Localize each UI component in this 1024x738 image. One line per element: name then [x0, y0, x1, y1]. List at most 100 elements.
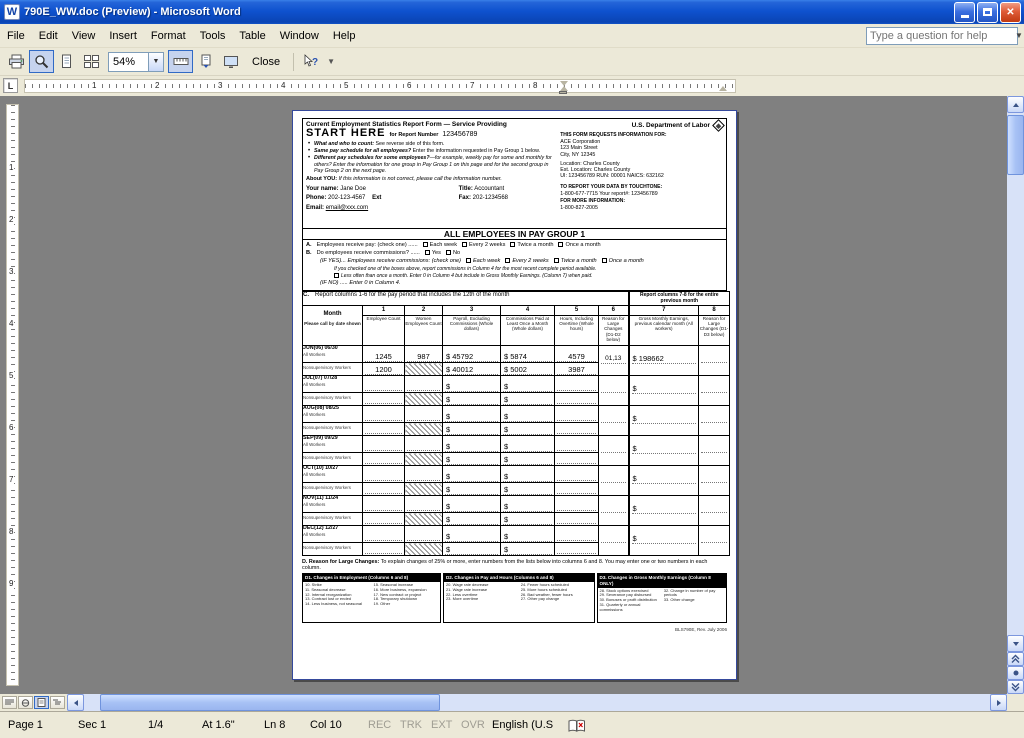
less-often-option: Less often than once a month. Enter 0 in…	[334, 273, 593, 279]
select-browse-object-button[interactable]	[1007, 666, 1024, 680]
toolbar-options-button[interactable]: ▼	[323, 57, 339, 66]
d-box-items: 28. Stock options exercised29. Severance…	[598, 588, 727, 622]
table-cell	[363, 543, 405, 556]
view-ruler-button[interactable]	[168, 50, 193, 73]
double-chevron-up-icon	[1010, 654, 1021, 664]
help-button[interactable]: ?	[298, 50, 323, 73]
status-page-of[interactable]: 1/4	[148, 719, 163, 731]
full-screen-button[interactable]	[218, 50, 243, 73]
scroll-right-button[interactable]	[990, 694, 1007, 711]
next-page-button[interactable]	[1007, 680, 1024, 694]
status-ext-toggle[interactable]: EXT	[431, 719, 452, 731]
menu-item-help[interactable]: Help	[326, 27, 363, 45]
status-col: Col 10	[310, 719, 342, 731]
zoom-dropdown-arrow[interactable]: ▼	[148, 53, 163, 71]
table-cell: $	[501, 436, 555, 453]
menu-item-view[interactable]: View	[65, 27, 103, 45]
normal-view-button[interactable]	[2, 696, 17, 709]
document-page[interactable]: Current Employment Statistics Report For…	[292, 110, 737, 680]
normal-view-icon	[5, 699, 14, 706]
report-table: C.Report columns 1-6 for the pay period …	[302, 291, 730, 556]
col-number: 8	[699, 306, 730, 316]
one-page-button[interactable]	[54, 50, 79, 73]
magnifier-icon	[34, 54, 49, 69]
horizontal-scrollbar[interactable]	[0, 694, 1024, 711]
tab-stop-selector[interactable]: L	[3, 78, 18, 93]
left-indent-marker[interactable]	[559, 91, 567, 94]
menu-item-format[interactable]: Format	[144, 27, 193, 45]
chevron-down-icon[interactable]: ▼	[1015, 28, 1023, 44]
gross-earnings-cell: $	[629, 466, 699, 496]
col-header: Reason for Large Changes (D1-D2 below)	[599, 316, 629, 346]
status-ovr-toggle[interactable]: OVR	[461, 719, 485, 731]
shrink-to-fit-button[interactable]	[193, 50, 218, 73]
d-box-item: 31. Quarterly or annual commissions	[600, 603, 660, 613]
status-section[interactable]: Sec 1	[78, 719, 106, 731]
v-ruler-number: 5	[8, 371, 14, 381]
close-preview-button[interactable]: Close	[243, 50, 289, 73]
table-cell	[363, 453, 405, 466]
web-layout-view-button[interactable]	[18, 696, 33, 709]
reason8-cell	[699, 436, 730, 466]
menu-item-window[interactable]: Window	[273, 27, 326, 45]
table-cell: $	[443, 466, 501, 483]
question-input[interactable]	[867, 30, 1015, 42]
vertical-scroll-track[interactable]	[1007, 113, 1024, 635]
menu-item-tools[interactable]: Tools	[193, 27, 233, 45]
minimize-button[interactable]	[954, 2, 975, 23]
status-rec-toggle[interactable]: REC	[368, 719, 391, 731]
horizontal-scroll-track[interactable]	[84, 694, 990, 711]
table-cell: $	[443, 526, 501, 543]
menu-item-edit[interactable]: Edit	[32, 27, 65, 45]
horizontal-scroll-thumb[interactable]	[100, 694, 440, 711]
scroll-down-button[interactable]	[1007, 635, 1024, 652]
section-c-header: C.Report columns 1-6 for the pay period …	[303, 292, 629, 306]
hatched-cell	[405, 513, 443, 526]
v-ruler-number: 3	[8, 267, 14, 277]
table-cell	[405, 376, 443, 393]
zoom-combobox[interactable]: 54% ▼	[108, 52, 164, 72]
status-language: English (U.S	[492, 719, 553, 731]
table-cell: $	[501, 453, 555, 466]
gross-earnings-cell: $	[629, 406, 699, 436]
nonsupervisory-label-cell: Nonsupervisory Workers	[303, 513, 363, 526]
question-box[interactable]: ▼	[866, 27, 1018, 45]
vertical-scrollbar[interactable]	[1007, 96, 1024, 694]
d-boxes: D1. Changes in Employment (Columns 6 and…	[302, 573, 727, 622]
magnifier-button[interactable]	[29, 50, 54, 73]
contact-name-row: Your name: Jane Doe Title: Accountant	[306, 186, 552, 193]
scroll-up-button[interactable]	[1007, 96, 1024, 113]
close-button[interactable]: ✕	[1000, 2, 1021, 23]
maximize-button[interactable]	[977, 2, 998, 23]
double-chevron-down-icon	[1010, 682, 1021, 692]
print-button[interactable]	[4, 50, 29, 73]
spelling-status-icon[interactable]	[568, 719, 586, 736]
print-layout-view-button[interactable]	[34, 696, 49, 709]
pay-option-once-a-month: Once a month	[558, 242, 600, 249]
status-trk-toggle[interactable]: TRK	[400, 719, 422, 731]
table-cell	[555, 406, 599, 423]
bullet-item: Same pay schedule for all employees? Ent…	[308, 148, 552, 154]
status-page[interactable]: Page 1	[8, 719, 43, 731]
table-cell	[363, 526, 405, 543]
menu-item-table[interactable]: Table	[232, 27, 272, 45]
scroll-left-button[interactable]	[67, 694, 84, 711]
multiple-pages-button[interactable]	[79, 50, 104, 73]
view-buttons	[0, 694, 67, 711]
outline-view-button[interactable]	[50, 696, 65, 709]
h-ruler-number: 5	[343, 81, 349, 91]
gross-earnings-cell: $	[629, 496, 699, 526]
vertical-scroll-thumb[interactable]	[1007, 115, 1024, 175]
contact-email: email@xxx.com	[326, 205, 368, 211]
menu-item-insert[interactable]: Insert	[102, 27, 144, 45]
menu-item-file[interactable]: File	[0, 27, 32, 45]
h-ruler[interactable]: 12345678	[24, 79, 736, 93]
col-number: 2	[405, 306, 443, 316]
right-indent-marker[interactable]	[719, 86, 727, 91]
d-box-item: 23. More overtime	[446, 597, 517, 602]
table-cell	[363, 406, 405, 423]
table-cell: $	[443, 513, 501, 526]
v-ruler[interactable]: 123456789	[6, 104, 19, 686]
commission-option-twice-a-month: Twice a month	[554, 258, 597, 265]
previous-page-button[interactable]	[1007, 652, 1024, 666]
